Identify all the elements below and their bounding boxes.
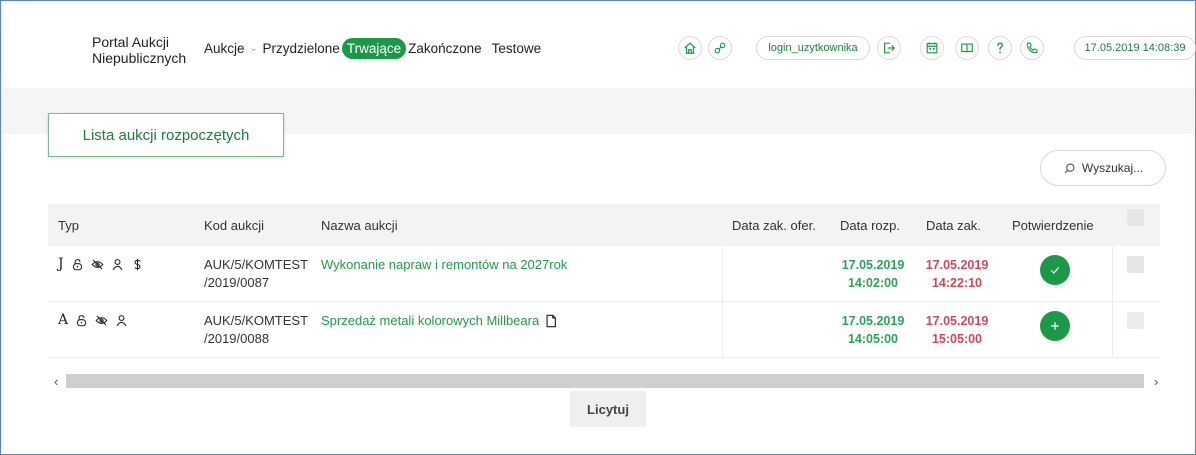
end-date-day: 17.05.2019 (925, 258, 989, 272)
auction-code-line1: AUK/5/KOMTEST (204, 257, 309, 272)
horizontal-scrollbar[interactable]: ‹ › (48, 372, 1170, 390)
table-header: Typ Kod aukcji Nazwa aukcji Data zak. of… (48, 204, 1160, 246)
help-button[interactable] (988, 36, 1012, 60)
bid-button[interactable]: Licytuj (570, 391, 646, 427)
question-icon (997, 42, 1003, 54)
column-divider (1112, 302, 1113, 358)
type-letter: J (58, 256, 64, 272)
eye-off-icon (91, 259, 104, 269)
eye-off-icon (95, 315, 108, 325)
org-structure-icon (714, 42, 726, 54)
col-typ[interactable]: Typ (58, 218, 79, 233)
home-button[interactable] (678, 36, 702, 60)
search-label: Wyszukaj... (1081, 161, 1144, 175)
contact-button[interactable] (1020, 36, 1044, 60)
top-header: Portal Aukcji Niepublicznych Aukcje ⌄ Pr… (2, 2, 1196, 88)
nav-trwajace[interactable]: Trwające (341, 38, 407, 59)
end-date-time: 14:22:10 (931, 276, 983, 290)
document-icon[interactable] (544, 314, 558, 328)
col-data-rozp[interactable]: Data rozp. (840, 218, 900, 233)
auction-code-line1: AUK/5/KOMTEST (204, 313, 309, 328)
brand-logo[interactable]: Portal Aukcji Niepublicznych (92, 34, 186, 66)
col-data-zak[interactable]: Data zak. (926, 218, 981, 233)
start-date-time: 14:02:00 (847, 276, 899, 290)
scroll-left-icon[interactable]: ‹ (54, 374, 58, 389)
auction-name-text: Sprzedaż metali kolorowych Millbeara (321, 313, 540, 328)
lock-open-icon (72, 258, 82, 270)
search-button[interactable]: Wyszukaj... (1040, 150, 1166, 186)
phone-icon (1026, 42, 1038, 54)
add-confirm-button[interactable] (1040, 311, 1070, 341)
current-datetime: 17.05.2019 14:08:39 (1074, 36, 1196, 60)
end-date: 17.05.2019 14:22:10 (917, 256, 997, 292)
chevron-down-icon[interactable]: ⌄ (247, 43, 261, 54)
column-divider (722, 302, 723, 358)
auction-code: AUK/5/KOMTEST /2019/0088 (204, 312, 308, 348)
col-kod[interactable]: Kod aukcji (204, 218, 264, 233)
checkmark-icon (1050, 266, 1060, 274)
plus-icon (1051, 322, 1059, 330)
book-icon (961, 43, 973, 53)
manual-button[interactable] (955, 36, 979, 60)
column-divider (722, 246, 723, 302)
user-login-button[interactable]: login_uzytkownika (756, 36, 870, 60)
user-icon (112, 258, 123, 270)
col-potwierdzenie[interactable]: Potwierdzenie (1012, 218, 1094, 233)
start-date-day: 17.05.2019 (841, 258, 905, 272)
end-date: 17.05.2019 15:05:00 (917, 312, 997, 348)
brand-line1: Portal Aukcji (92, 34, 170, 50)
start-date-day: 17.05.2019 (841, 314, 905, 328)
col-data-zak-ofer[interactable]: Data zak. ofer. (732, 218, 816, 233)
scroll-right-icon[interactable]: › (1154, 374, 1158, 389)
start-date: 17.05.2019 14:05:00 (833, 312, 913, 348)
dollar-icon (134, 258, 141, 270)
nav-aukcje[interactable]: Aukcje (202, 41, 247, 56)
type-icons: A (58, 312, 128, 328)
auction-name-link[interactable]: Sprzedaż metali kolorowych Millbeara (321, 313, 558, 328)
start-date: 17.05.2019 14:02:00 (833, 256, 913, 292)
logout-icon (884, 42, 896, 54)
brand-line2: Niepublicznych (92, 50, 187, 66)
search-icon (1064, 162, 1075, 173)
calendar-button[interactable] (920, 36, 944, 60)
col-nazwa[interactable]: Nazwa aukcji (321, 218, 398, 233)
column-divider (1112, 246, 1113, 302)
end-date-day: 17.05.2019 (925, 314, 989, 328)
table-row: J AUK/5/KOMTEST /2019/0087 Wykonanie nap… (48, 246, 1160, 302)
nav-zakonczone[interactable]: Zakończone (406, 41, 484, 56)
section-title: Lista aukcji rozpoczętych (48, 113, 284, 157)
main-nav: Aukcje ⌄ Przydzielone Trwające Zakończon… (202, 38, 543, 59)
row-checkbox[interactable] (1127, 256, 1144, 273)
type-letter: A (58, 312, 69, 328)
lock-open-icon (77, 314, 87, 326)
nav-testowe[interactable]: Testowe (490, 41, 544, 56)
row-checkbox[interactable] (1127, 312, 1144, 329)
start-date-time: 14:05:00 (847, 332, 899, 346)
table-row: A AUK/5/KOMTEST /2019/0088 Sprzedaż meta… (48, 302, 1160, 358)
structure-button[interactable] (708, 36, 732, 60)
user-icon (116, 314, 127, 326)
type-icons: J (58, 256, 144, 272)
auction-code-line2: /2019/0088 (204, 331, 270, 346)
auction-code-line2: /2019/0087 (204, 275, 270, 290)
nav-przydzielone[interactable]: Przydzielone (261, 41, 342, 56)
scrollbar-thumb[interactable] (66, 374, 1144, 388)
select-all-checkbox[interactable] (1127, 209, 1144, 226)
logout-button[interactable] (877, 36, 901, 60)
calendar-icon (926, 42, 938, 54)
home-icon (684, 42, 696, 54)
end-date-time: 15:05:00 (931, 332, 983, 346)
confirm-button[interactable] (1040, 255, 1070, 285)
auction-name-link[interactable]: Wykonanie napraw i remontów na 2027rok (321, 257, 567, 272)
auction-code: AUK/5/KOMTEST /2019/0087 (204, 256, 308, 292)
